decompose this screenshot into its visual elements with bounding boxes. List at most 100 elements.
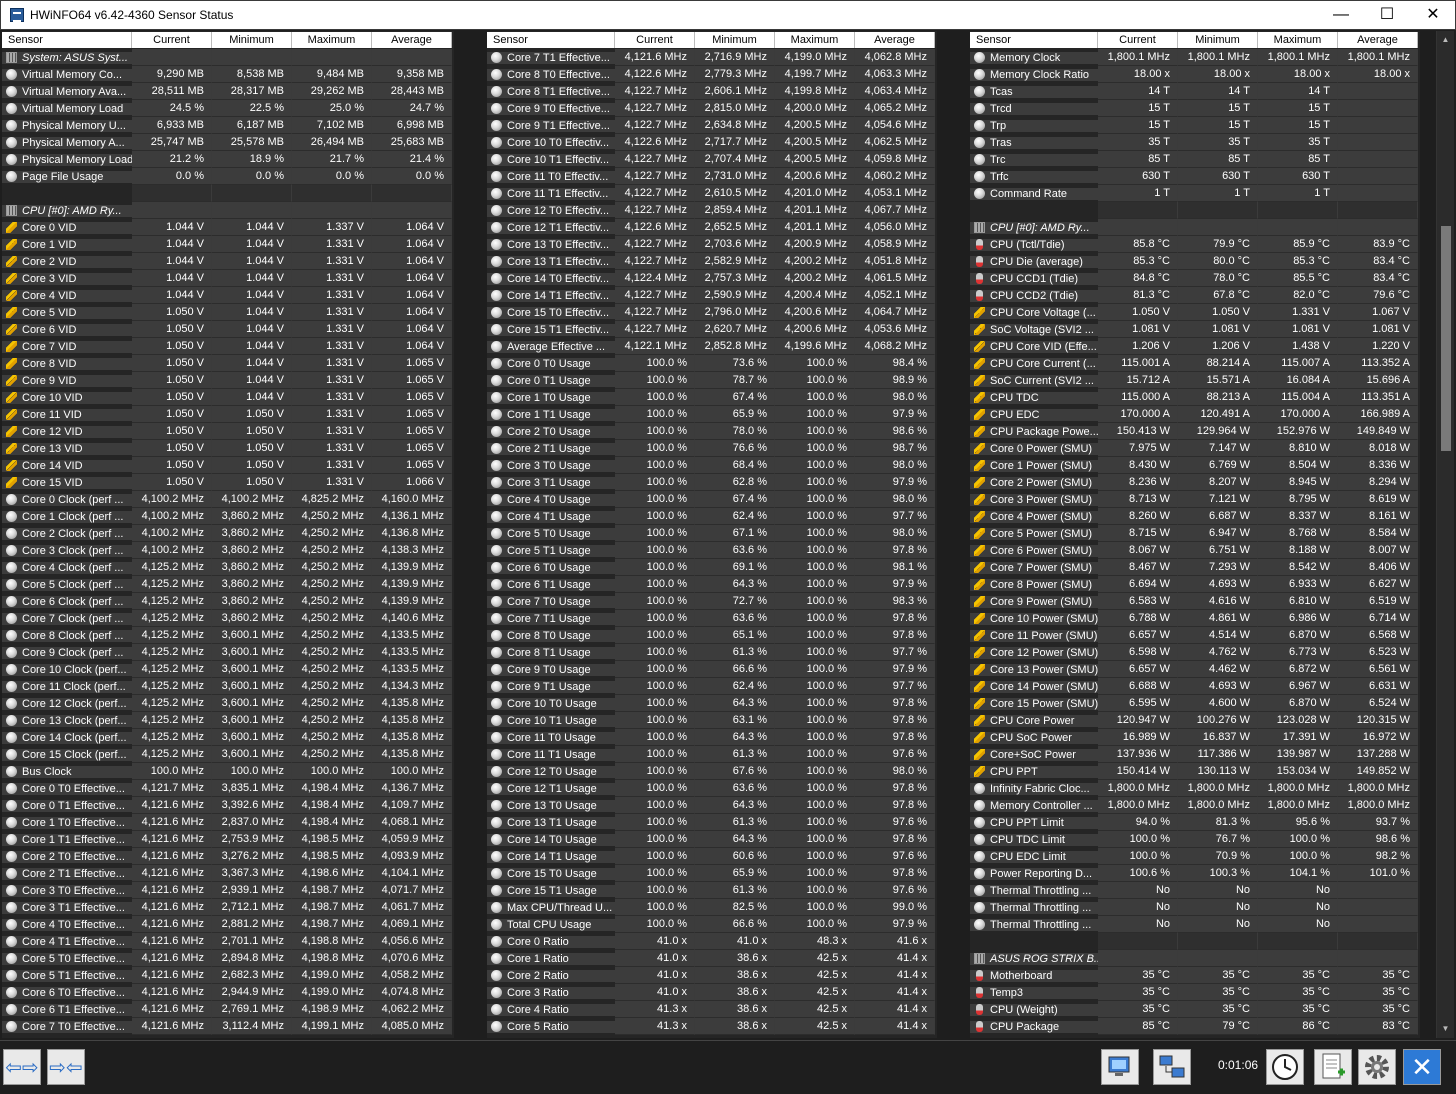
sensor-row[interactable]: Core 13 VID 1.050 V 1.050 V 1.331 V 1.065 V bbox=[2, 440, 452, 457]
sensor-row[interactable]: Core 4 Ratio 41.3 x 38.6 x 42.5 x 41.4 x bbox=[487, 1001, 935, 1018]
sensor-row[interactable]: Core 3 VID 1.044 V 1.044 V 1.331 V 1.064 V bbox=[2, 270, 452, 287]
sensor-row[interactable]: Core 11 Clock (perf... 4,125.2 MHz 3,600.1… bbox=[2, 678, 452, 695]
sensor-row[interactable]: Core 7 Clock (perf ... 4,125.2 MHz 3,860.2… bbox=[2, 610, 452, 627]
sensor-row[interactable]: Core 5 T1 Effective... 4,121.6 MHz 2,682.3… bbox=[2, 967, 452, 984]
sensor-row[interactable]: Core 5 T0 Usage 100.0 % 67.1 % 100.0 % 98.0 … bbox=[487, 525, 935, 542]
sensor-row[interactable]: Core 5 Clock (perf ... 4,125.2 MHz 3,860.2… bbox=[2, 576, 452, 593]
sensor-row[interactable]: CPU EDC 170.000 A 120.491 A 170.000 A 166.98… bbox=[970, 406, 1418, 423]
sensor-row[interactable]: Core 4 T1 Effective... 4,121.6 MHz 2,701.1… bbox=[2, 933, 452, 950]
sensor-row[interactable]: Core 14 T1 Effectiv... 4,122.7 MHz 2,590.9… bbox=[487, 287, 935, 304]
column-header-average[interactable]: Average bbox=[855, 32, 935, 48]
column-header-average[interactable]: Average bbox=[1338, 32, 1418, 48]
sensor-row[interactable]: Core 12 T1 Effectiv... 4,122.6 MHz 2,652.5… bbox=[487, 219, 935, 236]
sensor-row[interactable]: Trfc 630 T 630 T 630 T bbox=[970, 168, 1418, 185]
sensor-row[interactable]: Core 14 Clock (perf... 4,125.2 MHz 3,600.1… bbox=[2, 729, 452, 746]
sensor-row[interactable]: Core 11 T1 Effectiv... 4,122.7 MHz 2,610.5… bbox=[487, 185, 935, 202]
sensor-row[interactable]: Memory Clock 1,800.1 MHz 1,800.1 MHz 1,800.… bbox=[970, 49, 1418, 66]
monitor-icon[interactable] bbox=[1101, 1049, 1139, 1085]
sensor-row[interactable]: Core 9 T1 Usage 100.0 % 62.4 % 100.0 % 97.7 … bbox=[487, 678, 935, 695]
column-header-maximum[interactable]: Maximum bbox=[292, 32, 372, 48]
sensor-row[interactable]: Core 9 T0 Effective... 4,122.7 MHz 2,815.0… bbox=[487, 100, 935, 117]
sensor-row[interactable]: Core 4 Clock (perf ... 4,125.2 MHz 3,860.2… bbox=[2, 559, 452, 576]
sensor-row[interactable]: Core 10 T1 Usage 100.0 % 63.1 % 100.0 % 97.8… bbox=[487, 712, 935, 729]
sensor-row[interactable]: Core 12 T1 Usage 100.0 % 63.6 % 100.0 % 97.8… bbox=[487, 780, 935, 797]
sensor-row[interactable] bbox=[2, 185, 452, 202]
column-header-maximum[interactable]: Maximum bbox=[775, 32, 855, 48]
sensor-row[interactable]: Memory Clock Ratio 18.00 x 18.00 x 18.00 x1… bbox=[970, 66, 1418, 83]
sensor-row[interactable]: Core 12 Clock (perf... 4,125.2 MHz 3,600.1… bbox=[2, 695, 452, 712]
sensor-row[interactable]: Core 4 T1 Usage 100.0 % 62.4 % 100.0 % 97.7 … bbox=[487, 508, 935, 525]
sensor-row[interactable]: Core 15 Power (SMU) 6.595 W 4.600 W 6.870 W… bbox=[970, 695, 1418, 712]
sensor-row[interactable]: Core 2 Power (SMU) 8.236 W 8.207 W 8.945 W8… bbox=[970, 474, 1418, 491]
sensor-row[interactable]: SoC Voltage (SVI2 ... 1.081 V 1.081 V 1.081… bbox=[970, 321, 1418, 338]
sensor-row[interactable]: Core 13 T1 Effectiv... 4,122.7 MHz 2,582.9… bbox=[487, 253, 935, 270]
column-header-sensor[interactable]: Sensor bbox=[2, 32, 132, 48]
sensor-row[interactable]: Core 3 Power (SMU) 8.713 W 7.121 W 8.795 W8… bbox=[970, 491, 1418, 508]
sensor-row[interactable]: Core 0 VID 1.044 V 1.044 V 1.337 V 1.064 V bbox=[2, 219, 452, 236]
sensor-row[interactable]: Physical Memory Load 21.2 % 18.9 % 21.7 % 21… bbox=[2, 151, 452, 168]
sensor-row[interactable]: CPU CCD1 (Tdie) 84.8 °C 78.0 °C 85.5 °C 83.4… bbox=[970, 270, 1418, 287]
sensor-row[interactable]: Core 10 T0 Usage 100.0 % 64.3 % 100.0 % 97.8… bbox=[487, 695, 935, 712]
sensor-row[interactable]: Core 14 VID 1.050 V 1.050 V 1.331 V 1.065 V bbox=[2, 457, 452, 474]
sensor-row[interactable]: Core 8 T0 Effective... 4,122.6 MHz 2,779.3… bbox=[487, 66, 935, 83]
column-header-minimum[interactable]: Minimum bbox=[695, 32, 775, 48]
sensor-row[interactable]: Core 3 T0 Effective... 4,121.6 MHz 2,939.1… bbox=[2, 882, 452, 899]
sensor-row[interactable]: Tcas 14 T 14 T 14 T bbox=[970, 83, 1418, 100]
column-header-minimum[interactable]: Minimum bbox=[212, 32, 292, 48]
settings-gear-icon[interactable] bbox=[1358, 1049, 1396, 1085]
sensor-row[interactable]: Core 15 Clock (perf... 4,125.2 MHz 3,600.1… bbox=[2, 746, 452, 763]
sensor-row[interactable]: Virtual Memory Ava... 28,511 MB 28,317 MB 2… bbox=[2, 83, 452, 100]
sensor-row[interactable]: Core 7 T1 Effective... 4,121.6 MHz 2,716.9… bbox=[487, 49, 935, 66]
sensor-row[interactable]: CPU TDC 115.000 A 88.213 A 115.004 A 113.351… bbox=[970, 389, 1418, 406]
sensor-row[interactable]: Core 2 T0 Usage 100.0 % 78.0 % 100.0 % 98.6 … bbox=[487, 423, 935, 440]
sensor-row[interactable]: Core 7 T1 Usage 100.0 % 63.6 % 100.0 % 97.8 … bbox=[487, 610, 935, 627]
sensor-row[interactable]: Core 13 Clock (perf... 4,125.2 MHz 3,600.1… bbox=[2, 712, 452, 729]
column-header-minimum[interactable]: Minimum bbox=[1178, 32, 1258, 48]
sensor-row[interactable]: Command Rate 1 T1 T1 T bbox=[970, 185, 1418, 202]
sensor-row[interactable]: Physical Memory A... 25,747 MB 25,578 MB 26… bbox=[2, 134, 452, 151]
sensor-row[interactable]: Core 13 Power (SMU) 6.657 W 4.462 W 6.872 W… bbox=[970, 661, 1418, 678]
sensor-row[interactable]: Core 1 Power (SMU) 8.430 W 6.769 W 8.504 W8… bbox=[970, 457, 1418, 474]
sensor-row[interactable]: Core 1 VID 1.044 V 1.044 V 1.331 V 1.064 V bbox=[2, 236, 452, 253]
sensor-row[interactable]: Core 11 Power (SMU) 6.657 W 4.514 W 6.870 W… bbox=[970, 627, 1418, 644]
sensor-row[interactable]: Core 1 T1 Effective... 4,121.6 MHz 2,753.9… bbox=[2, 831, 452, 848]
column-header-current[interactable]: Current bbox=[1098, 32, 1178, 48]
sensor-row[interactable]: Page File Usage 0.0 % 0.0 % 0.0 % 0.0 % bbox=[2, 168, 452, 185]
sensor-row[interactable]: Core 15 T1 Usage 100.0 % 61.3 % 100.0 % 97.6… bbox=[487, 882, 935, 899]
sensor-row[interactable]: Core 7 Power (SMU) 8.467 W 7.293 W 8.542 W8… bbox=[970, 559, 1418, 576]
column-header-current[interactable]: Current bbox=[615, 32, 695, 48]
sensor-row[interactable]: Core 3 Ratio 41.0 x 38.6 x 42.5 x 41.4 x bbox=[487, 984, 935, 1001]
sensor-row[interactable]: CPU (Tctl/Tdie) 85.8 °C 79.9 °C 85.9 °C 83.9… bbox=[970, 236, 1418, 253]
sensor-row[interactable]: Core 0 T0 Usage 100.0 % 73.6 % 100.0 % 98.4 … bbox=[487, 355, 935, 372]
sensor-row[interactable]: Core 5 Power (SMU) 8.715 W 6.947 W 8.768 W8… bbox=[970, 525, 1418, 542]
sensor-row[interactable]: Core 2 T1 Effective... 4,121.6 MHz 3,367.3… bbox=[2, 865, 452, 882]
sensor-row[interactable]: Core 3 Clock (perf ... 4,100.2 MHz 3,860.2… bbox=[2, 542, 452, 559]
sensor-row[interactable]: Power Reporting D... 100.6 % 100.3 % 104.1 … bbox=[970, 865, 1418, 882]
sensor-row[interactable]: Core 13 T1 Usage 100.0 % 61.3 % 100.0 % 97.6… bbox=[487, 814, 935, 831]
sensor-group-row[interactable]: CPU [#0]: AMD Ry... bbox=[2, 202, 452, 219]
sensor-row[interactable]: Core 8 T1 Effective... 4,122.7 MHz 2,606.1… bbox=[487, 83, 935, 100]
sensor-row[interactable]: Core 8 Clock (perf ... 4,125.2 MHz 3,600.1… bbox=[2, 627, 452, 644]
sensor-row[interactable]: Bus Clock 100.0 MHz 100.0 MHz 100.0 MHz 100.… bbox=[2, 763, 452, 780]
sensor-row[interactable]: Core 6 T1 Usage 100.0 % 64.3 % 100.0 % 97.9 … bbox=[487, 576, 935, 593]
sensor-row[interactable]: CPU Die (average) 85.3 °C 80.0 °C 85.3 °C 83… bbox=[970, 253, 1418, 270]
arrows-collapse-icon[interactable]: ⇨⇦ bbox=[47, 1049, 85, 1085]
sensor-row[interactable]: CPU Core Power 120.947 W 100.276 W 123.028 … bbox=[970, 712, 1418, 729]
sensor-row[interactable]: CPU PPT 150.414 W 130.113 W 153.034 W 149.85… bbox=[970, 763, 1418, 780]
sensor-row[interactable]: CPU EDC Limit 100.0 % 70.9 % 100.0 % 98.2 % bbox=[970, 848, 1418, 865]
sensor-group-row[interactable]: ASUS ROG STRIX B... bbox=[970, 950, 1418, 967]
sensor-row[interactable]: CPU PPT Limit 94.0 % 81.3 % 95.6 % 93.7 % bbox=[970, 814, 1418, 831]
sensor-row[interactable] bbox=[970, 202, 1418, 219]
sensor-row[interactable]: Thermal Throttling ... No No No bbox=[970, 882, 1418, 899]
sensor-row[interactable]: Core 6 T0 Usage 100.0 % 69.1 % 100.0 % 98.1 … bbox=[487, 559, 935, 576]
sensor-row[interactable]: Core 15 T0 Effectiv... 4,122.7 MHz 2,796.0… bbox=[487, 304, 935, 321]
sensor-row[interactable]: Core 2 Clock (perf ... 4,100.2 MHz 3,860.2… bbox=[2, 525, 452, 542]
sensor-row[interactable]: Thermal Throttling ... No No No bbox=[970, 899, 1418, 916]
column-header-sensor[interactable]: Sensor bbox=[970, 32, 1098, 48]
sensor-row[interactable]: Core 2 Ratio 41.0 x 38.6 x 42.5 x 41.4 x bbox=[487, 967, 935, 984]
sensor-row[interactable]: Core 10 Power (SMU) 6.788 W 4.861 W 6.986 W… bbox=[970, 610, 1418, 627]
sensor-group-row[interactable]: System: ASUS Syst... bbox=[2, 49, 452, 66]
sensor-row[interactable]: Core 4 T0 Effective... 4,121.6 MHz 2,881.2… bbox=[2, 916, 452, 933]
sensor-row[interactable]: Core 1 Clock (perf ... 4,100.2 MHz 3,860.2… bbox=[2, 508, 452, 525]
sensor-row[interactable]: Physical Memory U... 6,933 MB 6,187 MB 7,10… bbox=[2, 117, 452, 134]
